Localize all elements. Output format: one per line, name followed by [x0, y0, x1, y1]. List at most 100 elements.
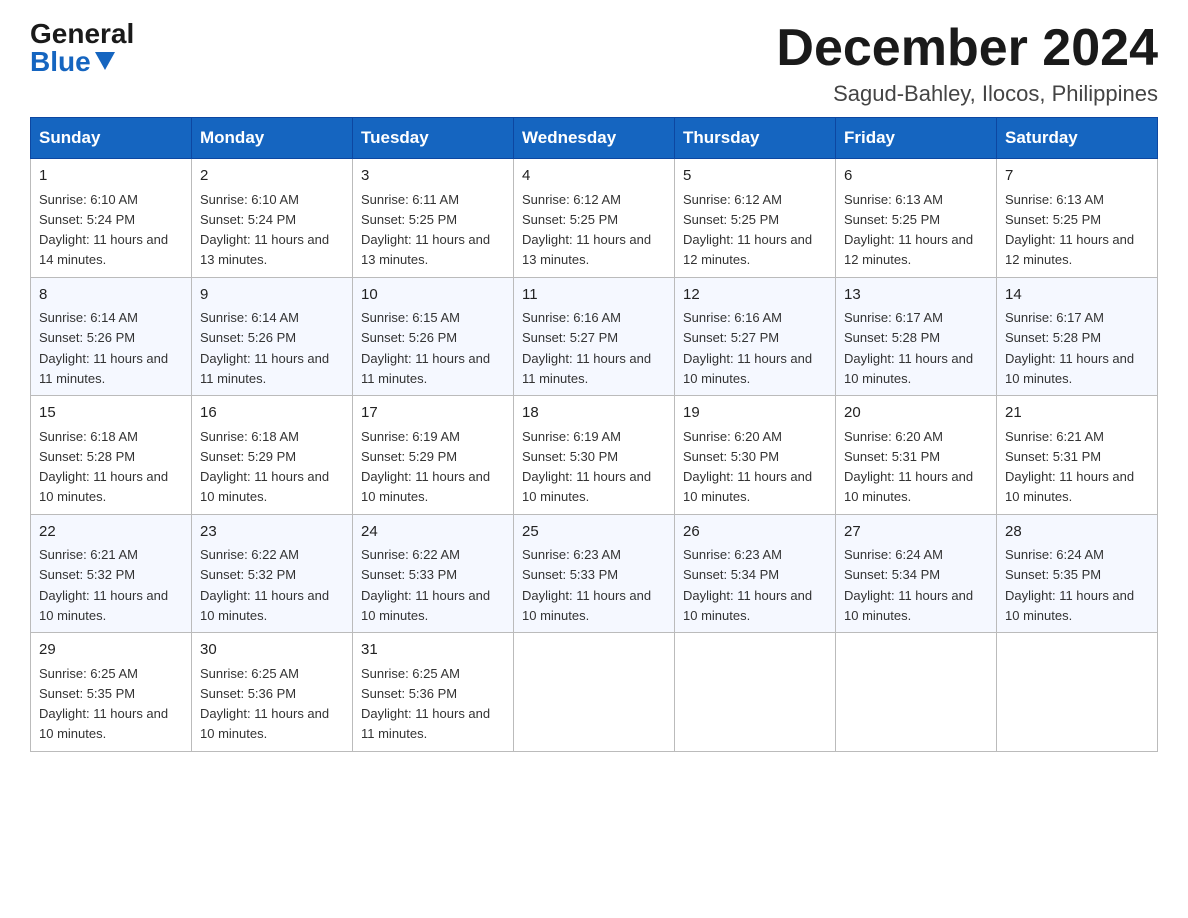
day-number: 30	[200, 639, 344, 662]
weekday-header-friday: Friday	[836, 118, 997, 159]
calendar-day-cell: 28 Sunrise: 6:24 AMSunset: 5:35 PMDaylig…	[997, 514, 1158, 633]
calendar-week-row: 15 Sunrise: 6:18 AMSunset: 5:28 PMDaylig…	[31, 396, 1158, 515]
calendar-day-cell: 23 Sunrise: 6:22 AMSunset: 5:32 PMDaylig…	[192, 514, 353, 633]
day-number: 31	[361, 639, 505, 662]
day-info: Sunrise: 6:13 AMSunset: 5:25 PMDaylight:…	[1005, 192, 1134, 268]
day-number: 15	[39, 402, 183, 425]
calendar-day-cell: 17 Sunrise: 6:19 AMSunset: 5:29 PMDaylig…	[353, 396, 514, 515]
calendar-day-cell: 5 Sunrise: 6:12 AMSunset: 5:25 PMDayligh…	[675, 159, 836, 278]
logo-general-text: General	[30, 20, 134, 48]
day-info: Sunrise: 6:21 AMSunset: 5:31 PMDaylight:…	[1005, 429, 1134, 505]
day-number: 7	[1005, 165, 1149, 188]
calendar-week-row: 1 Sunrise: 6:10 AMSunset: 5:24 PMDayligh…	[31, 159, 1158, 278]
calendar-week-row: 8 Sunrise: 6:14 AMSunset: 5:26 PMDayligh…	[31, 277, 1158, 396]
day-info: Sunrise: 6:16 AMSunset: 5:27 PMDaylight:…	[683, 310, 812, 386]
location-subtitle: Sagud-Bahley, Ilocos, Philippines	[776, 81, 1158, 107]
day-number: 24	[361, 521, 505, 544]
day-number: 21	[1005, 402, 1149, 425]
calendar-week-row: 29 Sunrise: 6:25 AMSunset: 5:35 PMDaylig…	[31, 633, 1158, 752]
day-info: Sunrise: 6:17 AMSunset: 5:28 PMDaylight:…	[1005, 310, 1134, 386]
day-info: Sunrise: 6:22 AMSunset: 5:33 PMDaylight:…	[361, 547, 490, 623]
day-number: 1	[39, 165, 183, 188]
day-info: Sunrise: 6:10 AMSunset: 5:24 PMDaylight:…	[39, 192, 168, 268]
day-number: 20	[844, 402, 988, 425]
day-number: 22	[39, 521, 183, 544]
empty-cell	[836, 633, 997, 752]
day-number: 26	[683, 521, 827, 544]
day-info: Sunrise: 6:17 AMSunset: 5:28 PMDaylight:…	[844, 310, 973, 386]
day-info: Sunrise: 6:12 AMSunset: 5:25 PMDaylight:…	[683, 192, 812, 268]
day-number: 11	[522, 284, 666, 307]
calendar-day-cell: 31 Sunrise: 6:25 AMSunset: 5:36 PMDaylig…	[353, 633, 514, 752]
day-info: Sunrise: 6:18 AMSunset: 5:29 PMDaylight:…	[200, 429, 329, 505]
logo-blue-text: Blue	[30, 48, 115, 76]
day-info: Sunrise: 6:16 AMSunset: 5:27 PMDaylight:…	[522, 310, 651, 386]
calendar-day-cell: 9 Sunrise: 6:14 AMSunset: 5:26 PMDayligh…	[192, 277, 353, 396]
title-block: December 2024 Sagud-Bahley, Ilocos, Phil…	[776, 20, 1158, 107]
day-info: Sunrise: 6:21 AMSunset: 5:32 PMDaylight:…	[39, 547, 168, 623]
day-number: 8	[39, 284, 183, 307]
calendar-day-cell: 10 Sunrise: 6:15 AMSunset: 5:26 PMDaylig…	[353, 277, 514, 396]
day-number: 17	[361, 402, 505, 425]
calendar-day-cell: 16 Sunrise: 6:18 AMSunset: 5:29 PMDaylig…	[192, 396, 353, 515]
weekday-header-tuesday: Tuesday	[353, 118, 514, 159]
calendar-day-cell: 6 Sunrise: 6:13 AMSunset: 5:25 PMDayligh…	[836, 159, 997, 278]
day-info: Sunrise: 6:14 AMSunset: 5:26 PMDaylight:…	[39, 310, 168, 386]
day-info: Sunrise: 6:15 AMSunset: 5:26 PMDaylight:…	[361, 310, 490, 386]
day-number: 27	[844, 521, 988, 544]
day-number: 2	[200, 165, 344, 188]
weekday-header-monday: Monday	[192, 118, 353, 159]
day-info: Sunrise: 6:25 AMSunset: 5:36 PMDaylight:…	[361, 666, 490, 742]
calendar-day-cell: 18 Sunrise: 6:19 AMSunset: 5:30 PMDaylig…	[514, 396, 675, 515]
calendar-day-cell: 13 Sunrise: 6:17 AMSunset: 5:28 PMDaylig…	[836, 277, 997, 396]
day-number: 23	[200, 521, 344, 544]
calendar-day-cell: 14 Sunrise: 6:17 AMSunset: 5:28 PMDaylig…	[997, 277, 1158, 396]
weekday-header-thursday: Thursday	[675, 118, 836, 159]
calendar-day-cell: 24 Sunrise: 6:22 AMSunset: 5:33 PMDaylig…	[353, 514, 514, 633]
day-info: Sunrise: 6:25 AMSunset: 5:35 PMDaylight:…	[39, 666, 168, 742]
day-number: 10	[361, 284, 505, 307]
day-number: 12	[683, 284, 827, 307]
day-info: Sunrise: 6:11 AMSunset: 5:25 PMDaylight:…	[361, 192, 490, 268]
day-number: 3	[361, 165, 505, 188]
empty-cell	[997, 633, 1158, 752]
calendar-day-cell: 30 Sunrise: 6:25 AMSunset: 5:36 PMDaylig…	[192, 633, 353, 752]
day-info: Sunrise: 6:18 AMSunset: 5:28 PMDaylight:…	[39, 429, 168, 505]
day-info: Sunrise: 6:14 AMSunset: 5:26 PMDaylight:…	[200, 310, 329, 386]
weekday-header-wednesday: Wednesday	[514, 118, 675, 159]
calendar-day-cell: 25 Sunrise: 6:23 AMSunset: 5:33 PMDaylig…	[514, 514, 675, 633]
day-number: 5	[683, 165, 827, 188]
calendar-day-cell: 8 Sunrise: 6:14 AMSunset: 5:26 PMDayligh…	[31, 277, 192, 396]
calendar-day-cell: 27 Sunrise: 6:24 AMSunset: 5:34 PMDaylig…	[836, 514, 997, 633]
day-info: Sunrise: 6:23 AMSunset: 5:34 PMDaylight:…	[683, 547, 812, 623]
day-number: 25	[522, 521, 666, 544]
day-number: 19	[683, 402, 827, 425]
page-header: General Blue December 2024 Sagud-Bahley,…	[30, 20, 1158, 107]
calendar-day-cell: 2 Sunrise: 6:10 AMSunset: 5:24 PMDayligh…	[192, 159, 353, 278]
calendar-day-cell: 11 Sunrise: 6:16 AMSunset: 5:27 PMDaylig…	[514, 277, 675, 396]
empty-cell	[514, 633, 675, 752]
calendar-week-row: 22 Sunrise: 6:21 AMSunset: 5:32 PMDaylig…	[31, 514, 1158, 633]
day-number: 9	[200, 284, 344, 307]
weekday-header-saturday: Saturday	[997, 118, 1158, 159]
day-number: 4	[522, 165, 666, 188]
logo-triangle-icon	[95, 52, 115, 70]
day-info: Sunrise: 6:23 AMSunset: 5:33 PMDaylight:…	[522, 547, 651, 623]
day-info: Sunrise: 6:13 AMSunset: 5:25 PMDaylight:…	[844, 192, 973, 268]
day-info: Sunrise: 6:19 AMSunset: 5:29 PMDaylight:…	[361, 429, 490, 505]
day-info: Sunrise: 6:19 AMSunset: 5:30 PMDaylight:…	[522, 429, 651, 505]
day-info: Sunrise: 6:20 AMSunset: 5:31 PMDaylight:…	[844, 429, 973, 505]
calendar-table: SundayMondayTuesdayWednesdayThursdayFrid…	[30, 117, 1158, 752]
day-info: Sunrise: 6:12 AMSunset: 5:25 PMDaylight:…	[522, 192, 651, 268]
calendar-day-cell: 20 Sunrise: 6:20 AMSunset: 5:31 PMDaylig…	[836, 396, 997, 515]
day-info: Sunrise: 6:22 AMSunset: 5:32 PMDaylight:…	[200, 547, 329, 623]
day-number: 29	[39, 639, 183, 662]
day-info: Sunrise: 6:10 AMSunset: 5:24 PMDaylight:…	[200, 192, 329, 268]
day-number: 16	[200, 402, 344, 425]
calendar-day-cell: 15 Sunrise: 6:18 AMSunset: 5:28 PMDaylig…	[31, 396, 192, 515]
calendar-day-cell: 3 Sunrise: 6:11 AMSunset: 5:25 PMDayligh…	[353, 159, 514, 278]
logo: General Blue	[30, 20, 134, 76]
calendar-day-cell: 4 Sunrise: 6:12 AMSunset: 5:25 PMDayligh…	[514, 159, 675, 278]
calendar-day-cell: 19 Sunrise: 6:20 AMSunset: 5:30 PMDaylig…	[675, 396, 836, 515]
calendar-day-cell: 26 Sunrise: 6:23 AMSunset: 5:34 PMDaylig…	[675, 514, 836, 633]
